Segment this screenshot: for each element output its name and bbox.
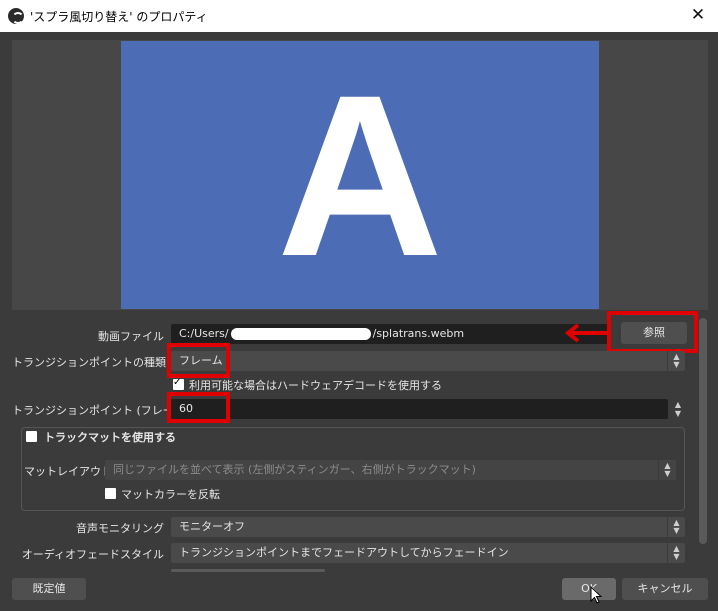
redacted-path <box>230 328 371 340</box>
title-bar: 'スプラ風切り替え' のプロパティ ✕ <box>0 0 718 32</box>
audio-fade-style-select[interactable]: トランジションポイントまでフェードアウトしてからフェードイン ▲ ▼ <box>171 543 685 563</box>
transition-point-input[interactable]: 60 <box>171 399 668 419</box>
transition-type-highlight-box <box>167 343 230 378</box>
hw-decode-checkbox[interactable] <box>173 377 184 390</box>
matte-layout-label: マットレイアウト <box>24 465 112 478</box>
ok-button[interactable]: OK <box>562 578 616 600</box>
audio-monitoring-value: モニターオフ <box>179 520 245 533</box>
matte-invert-label: マットカラーを反転 <box>121 488 220 501</box>
matte-layout-select[interactable]: 同じファイルを並べて表示 (左側がスティンガー、右側がトラックマット) ▲ ▼ <box>105 460 676 480</box>
track-matte-label: トラックマットを使用する <box>44 431 176 444</box>
video-file-path-prefix: C:/Users/ <box>179 327 229 340</box>
video-file-path-suffix: /splatrans.webm <box>372 327 465 340</box>
cancel-button[interactable]: キャンセル <box>622 578 708 600</box>
matte-invert-checkbox[interactable] <box>105 488 116 499</box>
obs-logo-icon <box>8 8 24 24</box>
spin-arrows-icon[interactable]: ▲ ▼ <box>670 400 686 420</box>
red-arrow-icon <box>564 323 609 343</box>
audio-monitoring-label: 音声モニタリング <box>76 522 164 535</box>
audio-fade-style-label: オーディオフェードスタイル <box>21 548 164 561</box>
preview-letter: A <box>277 47 443 304</box>
scrollbar-thumb[interactable] <box>699 318 707 544</box>
close-icon[interactable]: ✕ <box>678 0 718 32</box>
mouse-cursor-icon <box>590 586 602 604</box>
transition-point-type-select[interactable]: フレーム ▲ ▼ <box>171 351 685 371</box>
hw-decode-label: 利用可能な場合はハードウェアデコードを使用する <box>189 379 442 392</box>
transition-point-type-label: トランジションポイントの種類 <box>12 356 166 369</box>
video-file-label: 動画ファイル <box>98 330 164 343</box>
browse-highlight-box <box>607 311 698 353</box>
transition-point-highlight-box <box>167 392 230 423</box>
defaults-button[interactable]: 既定値 <box>12 578 86 600</box>
track-matte-checkbox[interactable] <box>26 431 37 442</box>
vertical-scrollbar[interactable] <box>698 318 708 546</box>
combo-arrows-icon: ▲ ▼ <box>667 517 685 537</box>
horizontal-scrollbar[interactable] <box>171 569 325 572</box>
combo-arrows-icon: ▲ ▼ <box>667 543 685 563</box>
audio-monitoring-select[interactable]: モニターオフ ▲ ▼ <box>171 517 685 537</box>
video-file-field[interactable]: C:/Users/ /splatrans.webm <box>171 324 611 344</box>
preview-area: A <box>12 40 708 310</box>
preview-letter-graphic: A <box>277 47 443 304</box>
matte-layout-value: 同じファイルを並べて表示 (左側がスティンガー、右側がトラックマット) <box>113 463 476 476</box>
preview-canvas: A <box>121 41 599 309</box>
combo-arrows-icon: ▲ ▼ <box>667 351 685 371</box>
window-title: 'スプラ風切り替え' のプロパティ <box>30 10 208 24</box>
transition-point-label: トランジションポイント (フレーム) <box>12 404 189 417</box>
audio-fade-style-value: トランジションポイントまでフェードアウトしてからフェードイン <box>179 546 509 559</box>
combo-arrows-icon: ▲ ▼ <box>658 460 676 480</box>
